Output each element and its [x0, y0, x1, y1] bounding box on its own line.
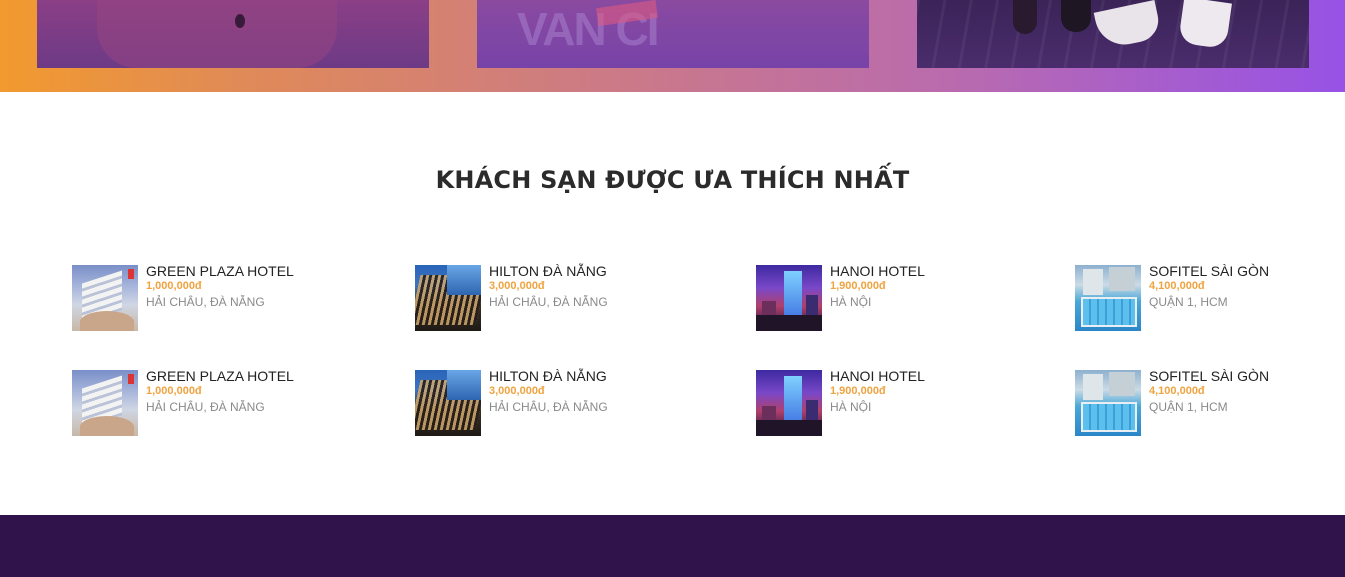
- hotel-item-hanoi[interactable]: HANOI HOTEL 1,900,000đ HÀ NỘI: [756, 262, 956, 331]
- hotel-thumbnail[interactable]: [1075, 370, 1141, 436]
- hotel-item-hilton[interactable]: HILTON ĐÀ NẴNG 3,000,000đ HẢI CHÂU, ĐÀ N…: [415, 262, 655, 331]
- hotel-item-hanoi[interactable]: HANOI HOTEL 1,900,000đ HÀ NỘI: [756, 367, 956, 436]
- hotel-name[interactable]: GREEN PLAZA HOTEL: [146, 262, 294, 280]
- hotel-location: HẢI CHÂU, ĐÀ NẴNG: [489, 400, 608, 414]
- hotel-location: HẢI CHÂU, ĐÀ NẴNG: [489, 295, 608, 309]
- hero-card-3-shoe-2: [1061, 0, 1091, 32]
- hotel-thumbnail[interactable]: [756, 265, 822, 331]
- hotel-item-sofitel[interactable]: SOFITEL SÀI GÒN 4,100,000đ QUẬN 1, HCM: [1075, 262, 1275, 331]
- hotel-price: 1,900,000đ: [830, 280, 886, 292]
- hero-card-3-shoe-1: [1013, 0, 1037, 34]
- hotel-name[interactable]: SOFITEL SÀI GÒN: [1149, 367, 1269, 385]
- hotel-location: HÀ NỘI: [830, 295, 872, 309]
- hotel-thumbnail[interactable]: [756, 370, 822, 436]
- footer: [0, 515, 1345, 577]
- hotel-price: 1,900,000đ: [830, 385, 886, 397]
- hotel-thumbnail[interactable]: [72, 265, 138, 331]
- hotel-location: HẢI CHÂU, ĐÀ NẴNG: [146, 295, 265, 309]
- hotel-thumbnail[interactable]: [1075, 265, 1141, 331]
- hotel-price: 1,000,000đ: [146, 280, 202, 292]
- hotel-price: 3,000,000đ: [489, 280, 545, 292]
- hotel-name[interactable]: HILTON ĐÀ NẴNG: [489, 367, 608, 385]
- hotel-item-green-plaza[interactable]: GREEN PLAZA HOTEL 1,000,000đ HẢI CHÂU, Đ…: [72, 262, 312, 331]
- hotel-thumbnail[interactable]: [415, 370, 481, 436]
- hotel-name[interactable]: HANOI HOTEL: [830, 367, 925, 385]
- hero-card-1-button-detail: [235, 14, 245, 28]
- hotel-price: 4,100,000đ: [1149, 385, 1205, 397]
- hotel-item-hilton[interactable]: HILTON ĐÀ NẴNG 3,000,000đ HẢI CHÂU, ĐÀ N…: [415, 367, 655, 436]
- hotel-thumbnail[interactable]: [415, 265, 481, 331]
- hotel-price: 1,000,000đ: [146, 385, 202, 397]
- hero-card-2[interactable]: VAN CI: [477, 0, 869, 68]
- hotel-location: HÀ NỘI: [830, 400, 872, 414]
- hotel-name[interactable]: HANOI HOTEL: [830, 262, 925, 280]
- hotel-location: HẢI CHÂU, ĐÀ NẴNG: [146, 400, 265, 414]
- hero-card-1[interactable]: [37, 0, 429, 68]
- hotel-price: 4,100,000đ: [1149, 280, 1205, 292]
- hotel-location: QUẬN 1, HCM: [1149, 400, 1228, 414]
- section-title: KHÁCH SẠN ĐƯỢC ƯA THÍCH NHẤT: [435, 166, 910, 194]
- hero-band: VAN CI: [0, 0, 1345, 92]
- hotel-location: QUẬN 1, HCM: [1149, 295, 1228, 309]
- hotel-name[interactable]: HILTON ĐÀ NẴNG: [489, 262, 608, 280]
- hotel-price: 3,000,000đ: [489, 385, 545, 397]
- hero-card-3[interactable]: [917, 0, 1309, 68]
- hotel-name[interactable]: SOFITEL SÀI GÒN: [1149, 262, 1269, 280]
- hotel-item-green-plaza[interactable]: GREEN PLAZA HOTEL 1,000,000đ HẢI CHÂU, Đ…: [72, 367, 312, 436]
- hero-card-1-figure: [97, 0, 337, 68]
- hotel-item-sofitel[interactable]: SOFITEL SÀI GÒN 4,100,000đ QUẬN 1, HCM: [1075, 367, 1275, 436]
- hotel-name[interactable]: GREEN PLAZA HOTEL: [146, 367, 294, 385]
- hotel-thumbnail[interactable]: [72, 370, 138, 436]
